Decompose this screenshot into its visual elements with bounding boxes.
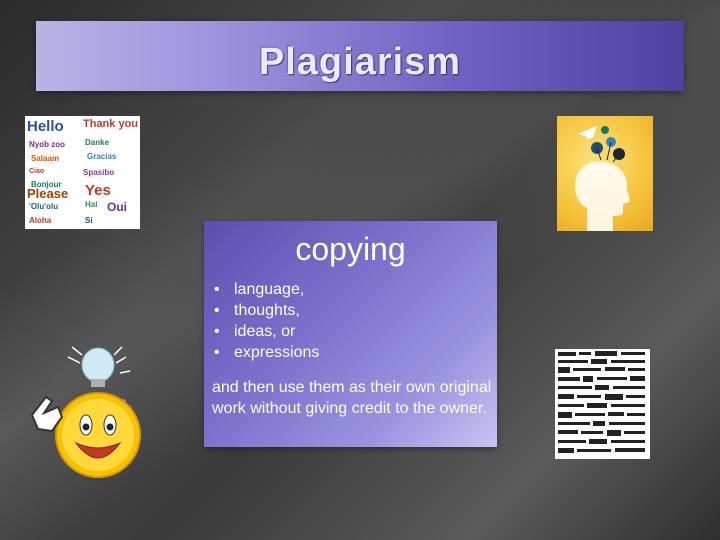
box-heading: copying [295, 231, 406, 267]
smiley-lightbulb-icon [30, 346, 141, 478]
bullet-item: • thoughts, [214, 300, 319, 321]
smiley-lightbulb-image [28, 345, 158, 485]
collage-word: Please [27, 186, 69, 201]
slide-title: Plagiarism [258, 41, 462, 83]
bullet-icon: • [214, 302, 220, 319]
collage-word: Hello [27, 118, 64, 135]
title-bar: Plagiarism [36, 21, 684, 91]
newspaper-clippings-image [555, 349, 650, 459]
bullet-text: language, [234, 281, 305, 298]
bullet-icon: • [214, 344, 220, 361]
newspaper-icon [558, 351, 645, 453]
bullet-text: expressions [234, 344, 320, 361]
bullet-icon: • [214, 323, 220, 340]
bullet-item: • ideas, or [214, 321, 319, 342]
head-ideas-image [557, 116, 653, 231]
bullet-item: • language, [214, 279, 319, 300]
head-ideas-icon [575, 126, 630, 231]
bullet-text: ideas, or [234, 323, 296, 340]
greetings-collage-image: Hello Thank you Nyob zoo Danke Salaam Gr… [25, 116, 140, 229]
collage-word: Thank you [83, 118, 139, 130]
bullet-icon: • [214, 281, 220, 298]
collage-word: Oui [107, 200, 127, 214]
bullet-item: • expressions [214, 342, 319, 363]
content-box: copying • language, • thoughts, • ideas, or… [204, 221, 497, 447]
bullet-text: thoughts, [234, 302, 300, 319]
box-description: and then use them as their own original … [212, 379, 492, 417]
collage-word: Yes [85, 182, 111, 199]
bullet-list: • language, • thoughts, • ideas, or • expres… [214, 279, 319, 363]
